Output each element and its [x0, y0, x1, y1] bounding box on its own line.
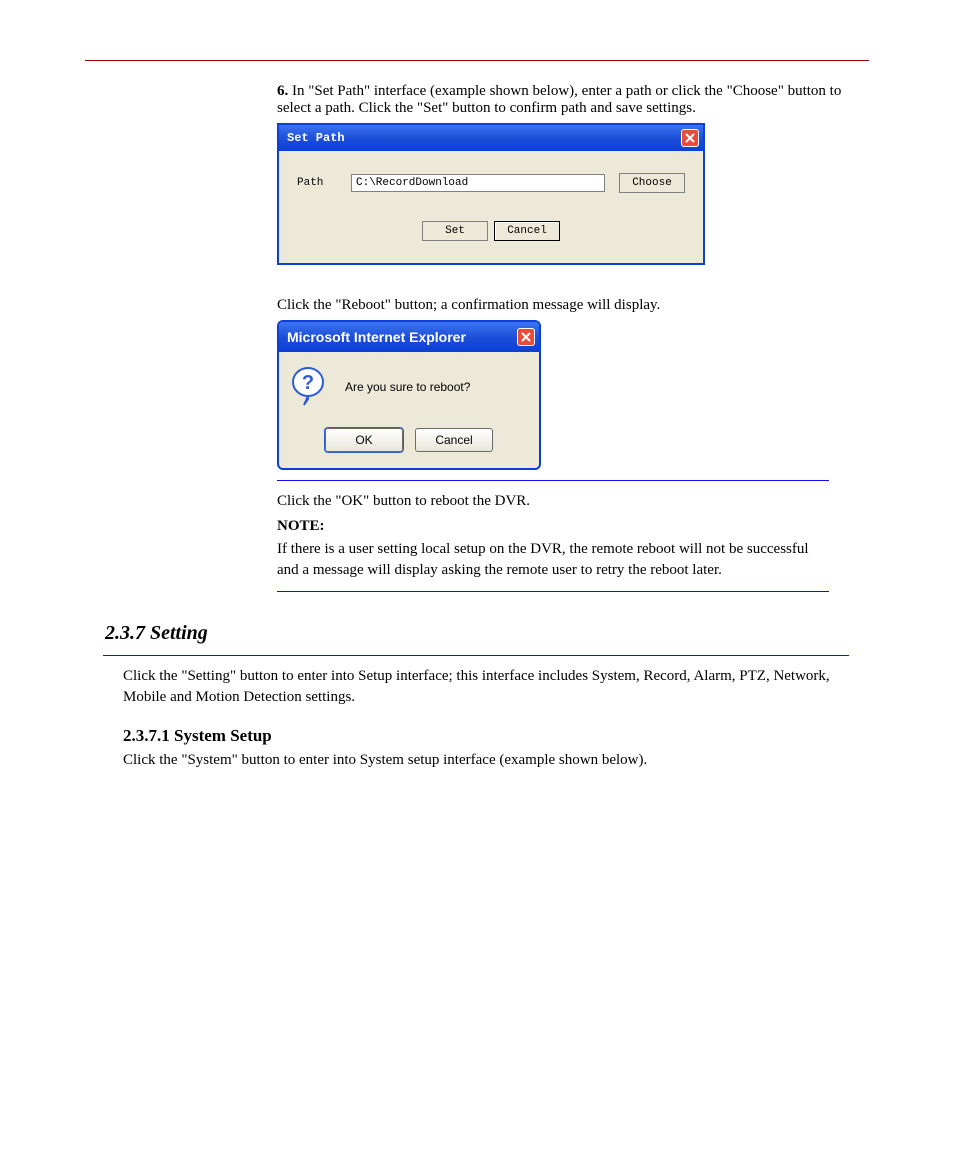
close-icon: [685, 133, 695, 143]
heading-setting: 2.3.7 Setting: [105, 622, 869, 645]
cancel-button[interactable]: Cancel: [494, 221, 560, 241]
step-text: In "Set Path" interface (example shown b…: [277, 83, 841, 116]
ie-close-button[interactable]: [517, 328, 535, 346]
note-title: NOTE:: [277, 518, 325, 534]
path-row: Path Choose: [297, 173, 685, 193]
set-path-title: Set Path: [287, 131, 345, 145]
ie-title: Microsoft Internet Explorer: [287, 329, 466, 345]
set-path-body: Path Choose Set Cancel: [279, 151, 703, 263]
path-label: Path: [297, 177, 337, 189]
ok-button[interactable]: OK: [325, 428, 403, 452]
blue-rule-3: [103, 655, 849, 656]
ie-body: ? Are you sure to reboot? OK Cancel: [279, 352, 539, 468]
heading-system: 2.3.7.1 System Setup: [123, 726, 869, 746]
svg-text:?: ?: [302, 372, 314, 394]
set-path-titlebar: Set Path: [279, 125, 703, 151]
choose-button[interactable]: Choose: [619, 173, 685, 193]
setting-text: Click the "Setting" button to enter into…: [123, 666, 869, 708]
blue-rule-2: [277, 591, 829, 592]
ie-message-row: ? Are you sure to reboot?: [291, 370, 527, 404]
reboot-text: Click the "Reboot" button; a confirmatio…: [277, 295, 869, 316]
ie-button-row: OK Cancel: [291, 428, 527, 452]
set-path-button-row: Set Cancel: [297, 221, 685, 241]
ie-confirm-dialog: Microsoft Internet Explorer ? Are you su…: [277, 320, 541, 470]
set-path-dialog: Set Path Path Choose Set Cancel: [277, 123, 705, 265]
step-num: 6.: [277, 83, 288, 99]
path-input[interactable]: [351, 174, 605, 192]
header-rule: [85, 60, 869, 61]
ie-message: Are you sure to reboot?: [345, 380, 470, 394]
reboot-ok-text: Click the "OK" button to reboot the DVR.: [277, 491, 869, 512]
blue-rule-1: [277, 480, 829, 481]
ie-cancel-button[interactable]: Cancel: [415, 428, 493, 452]
note-block: NOTE: If there is a user setting local s…: [277, 516, 829, 581]
question-icon: ?: [291, 370, 325, 404]
note-body: If there is a user setting local setup o…: [277, 539, 829, 581]
close-button[interactable]: [681, 129, 699, 147]
close-icon: [521, 332, 531, 342]
step-number: 6. In "Set Path" interface (example show…: [277, 83, 869, 117]
ie-titlebar: Microsoft Internet Explorer: [279, 322, 539, 352]
set-button[interactable]: Set: [422, 221, 488, 241]
system-text: Click the "System" button to enter into …: [123, 750, 869, 771]
